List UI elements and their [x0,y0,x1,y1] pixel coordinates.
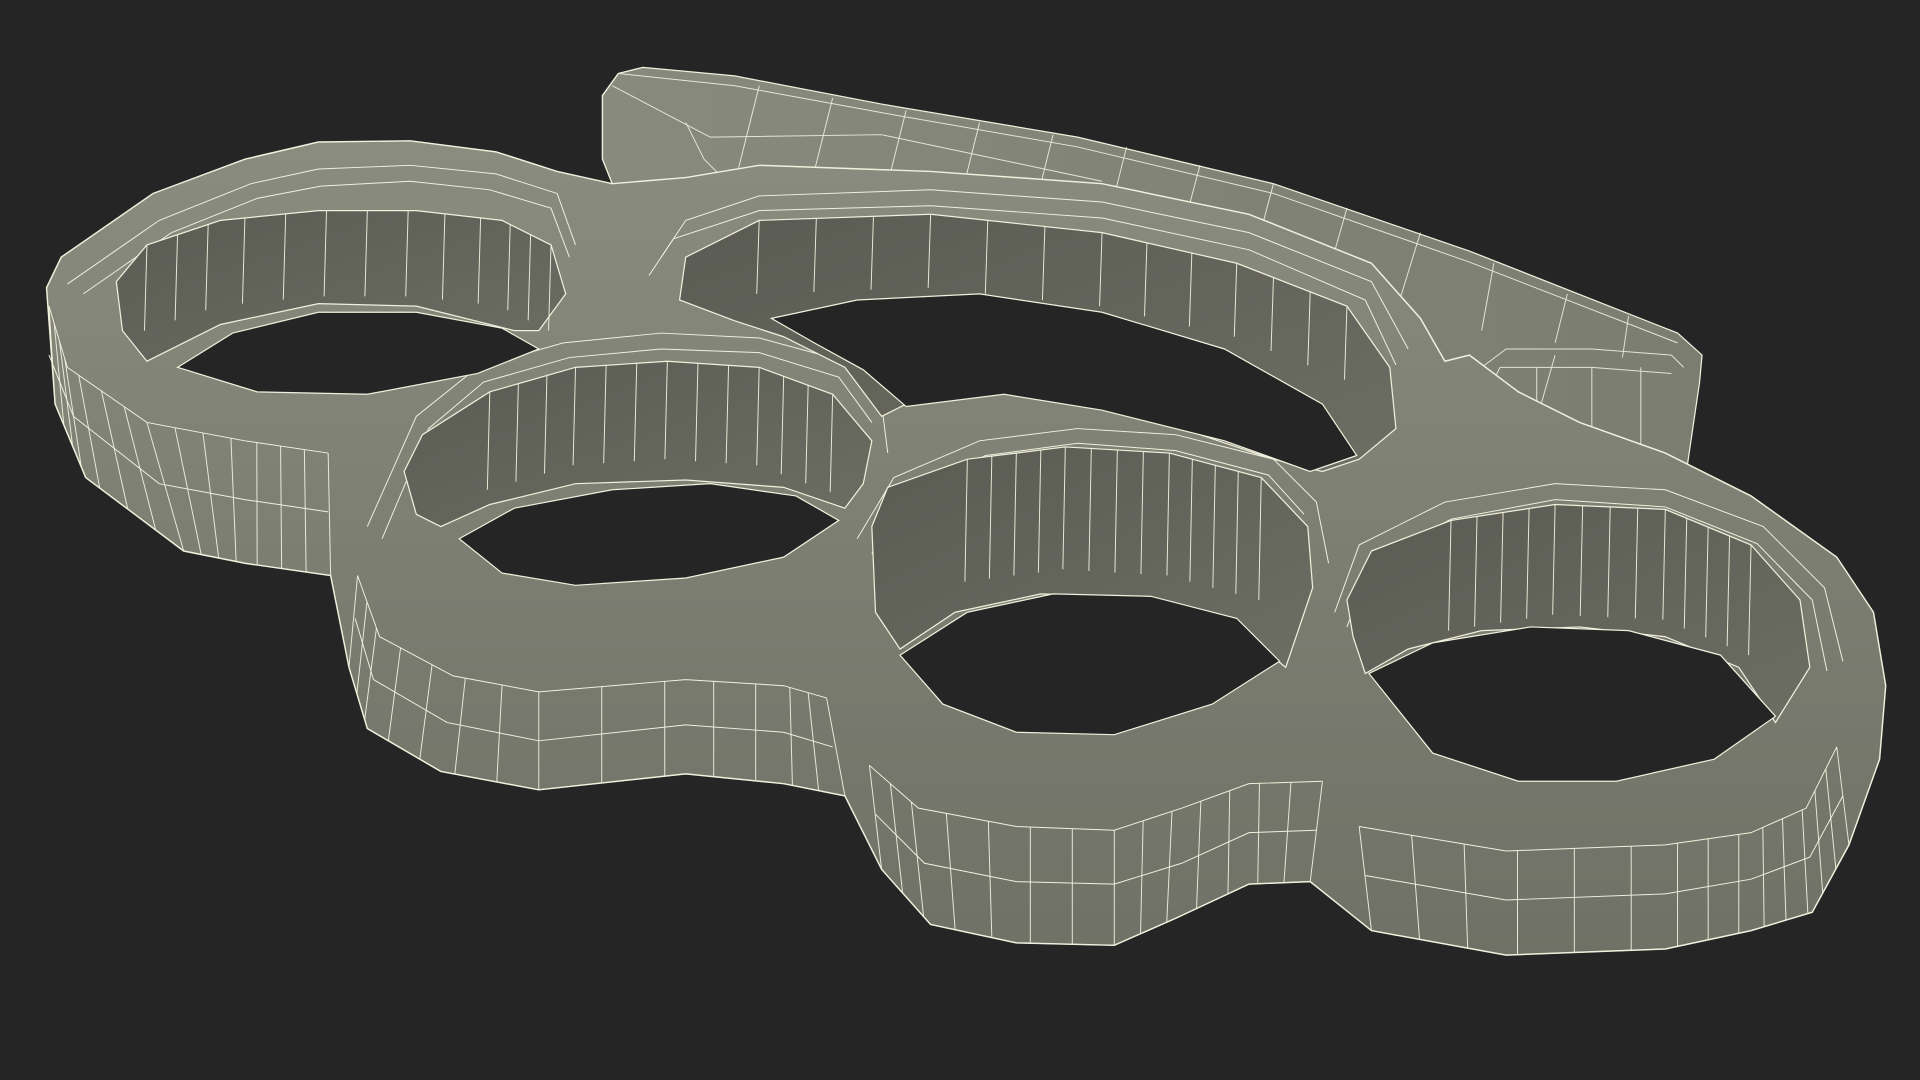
render-viewport [0,0,1920,1080]
wireframe-render [0,0,1920,1080]
